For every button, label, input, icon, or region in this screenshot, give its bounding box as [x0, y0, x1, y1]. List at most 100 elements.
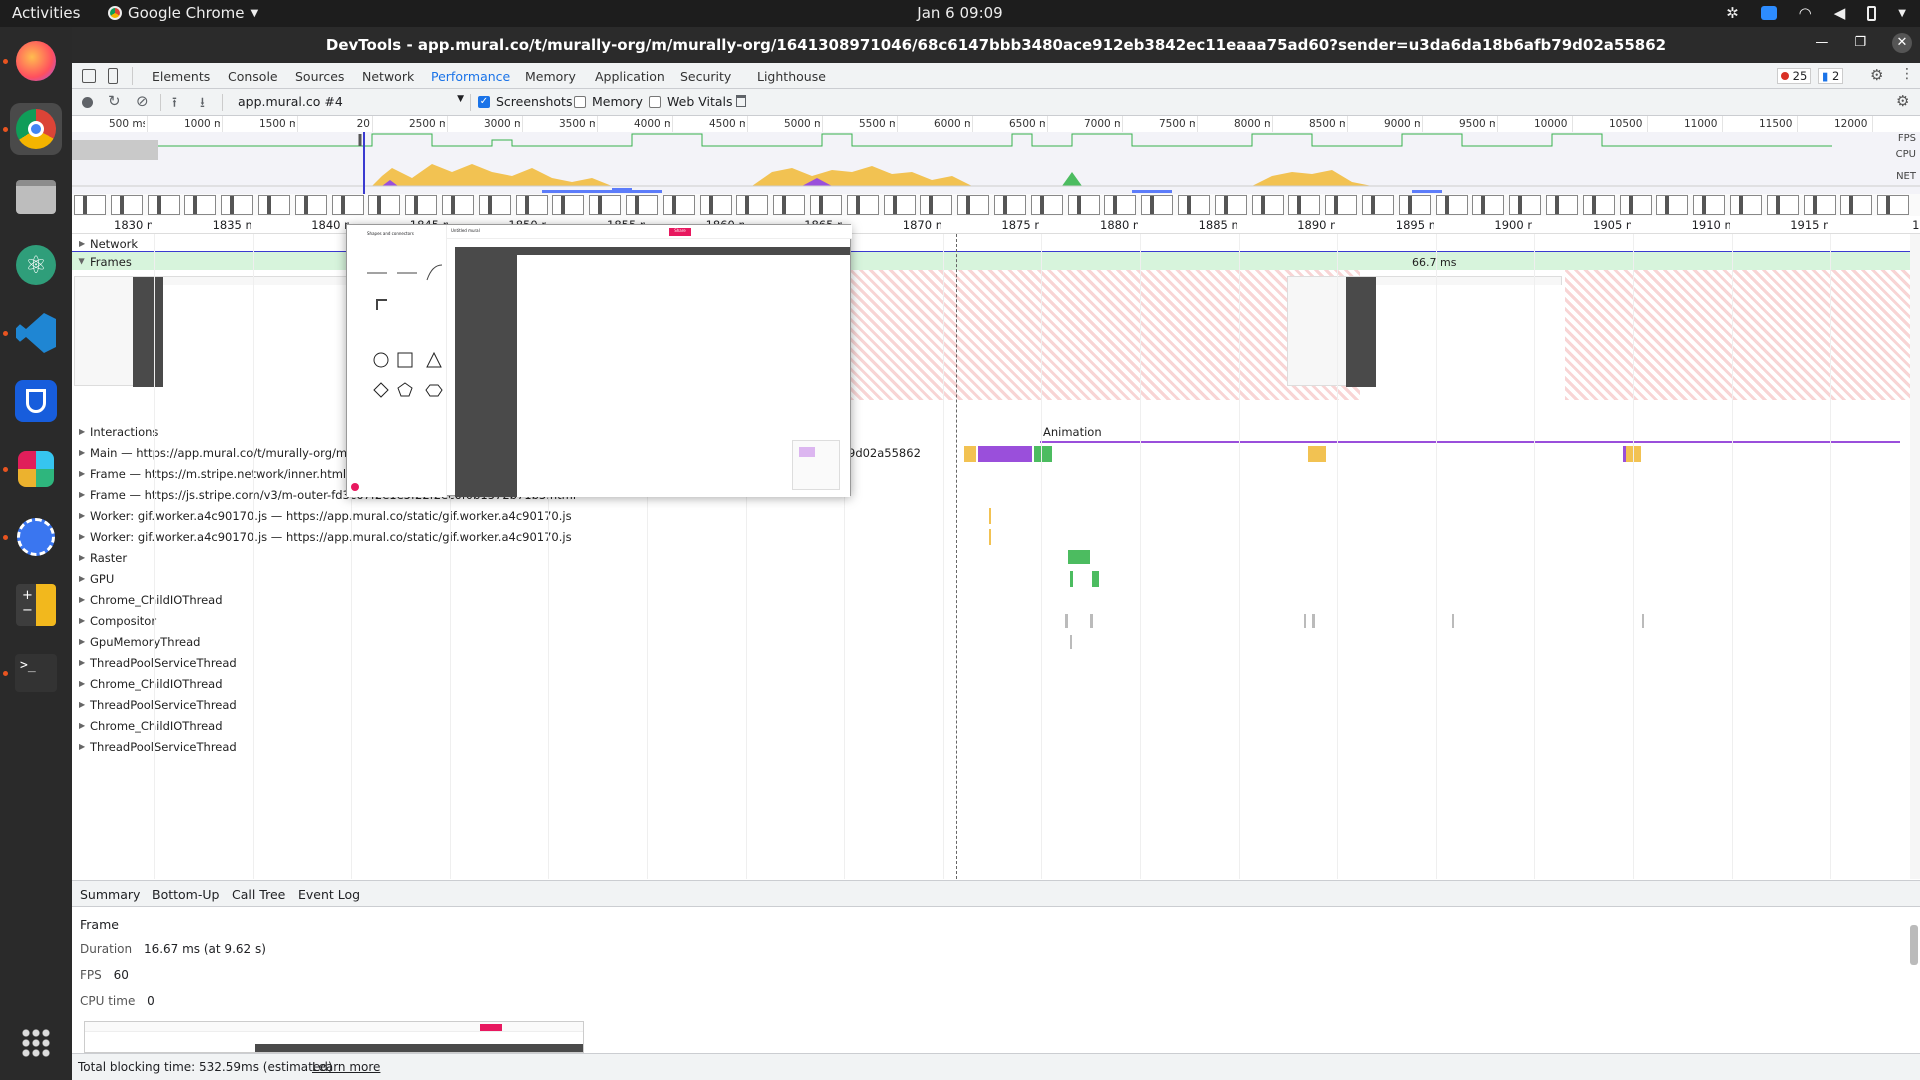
- flamechart-scrollbar[interactable]: [1910, 234, 1920, 879]
- track-gpu[interactable]: ▶ GPU: [72, 569, 1920, 590]
- clock[interactable]: Jan 6 09:09: [0, 4, 1920, 22]
- web-vitals-checkbox[interactable]: [649, 96, 661, 108]
- clear-icon[interactable]: ⊘: [136, 92, 149, 110]
- expand-arrow-icon[interactable]: ▶: [79, 448, 85, 457]
- expand-arrow-icon[interactable]: ▶: [79, 427, 85, 436]
- slack-icon[interactable]: [10, 443, 62, 495]
- device-toolbar-icon[interactable]: [108, 68, 118, 84]
- messages-badge[interactable]: ▮ 2: [1818, 68, 1844, 84]
- track-threadpool-3[interactable]: ▶ ThreadPoolServiceThread: [72, 737, 1920, 758]
- activities-button[interactable]: Activities: [12, 4, 80, 22]
- zoom-tray-icon[interactable]: [1760, 6, 1777, 20]
- expand-arrow-icon[interactable]: ▶: [79, 469, 85, 478]
- save-profile-icon[interactable]: ⭳: [200, 92, 205, 116]
- terminal-icon[interactable]: >_: [10, 647, 62, 699]
- slack-tray-icon[interactable]: ✲: [1726, 4, 1739, 22]
- show-apps-icon[interactable]: [10, 1017, 62, 1069]
- load-profile-icon[interactable]: ⭱: [172, 92, 177, 116]
- window-title-bar[interactable]: DevTools - app.mural.co/t/murally-org/m/…: [72, 27, 1920, 63]
- timeline-overview[interactable]: 500 ms 1000 ms 1500 ms 20 2500 ms 3000 ms 3500…: [72, 116, 1920, 216]
- screenshots-checkbox[interactable]: ✓: [478, 96, 490, 108]
- track-raster[interactable]: ▶ Raster: [72, 548, 1920, 569]
- expand-arrow-icon[interactable]: ▶: [79, 742, 85, 751]
- tab-call-tree[interactable]: Call Tree: [232, 887, 285, 902]
- overview-screenshot-thumb: [1766, 195, 1799, 215]
- expand-arrow-icon[interactable]: ▶: [79, 700, 85, 709]
- inspect-element-icon[interactable]: [82, 69, 96, 83]
- expand-arrow-icon[interactable]: ▶: [79, 595, 85, 604]
- wifi-icon[interactable]: ◠: [1799, 4, 1812, 22]
- minimize-icon[interactable]: —: [1815, 35, 1828, 53]
- capture-settings-gear-icon[interactable]: ⚙: [1896, 92, 1909, 110]
- popup-left-panel: Shapes and connectors: [347, 225, 447, 497]
- battery-icon[interactable]: [1867, 5, 1877, 21]
- more-options-icon[interactable]: ⋮: [1900, 66, 1914, 82]
- track-chrome-io-2[interactable]: ▶ Chrome_ChildIOThread: [72, 674, 1920, 695]
- tab-performance[interactable]: Performance: [431, 69, 511, 91]
- screenshots-label[interactable]: Screenshots: [496, 94, 572, 109]
- bitwarden-icon[interactable]: [10, 375, 62, 427]
- expand-arrow-icon[interactable]: ▶: [79, 721, 85, 730]
- tab-event-log[interactable]: Event Log: [298, 887, 360, 902]
- track-worker-1[interactable]: ▶ Worker: gif.worker.a4c90170.js — https:…: [72, 506, 1920, 527]
- expand-arrow-icon[interactable]: ▶: [79, 553, 85, 562]
- track-worker-2[interactable]: ▶ Worker: gif.worker.a4c90170.js — https:…: [72, 527, 1920, 548]
- atom-icon[interactable]: ⚛: [10, 239, 62, 291]
- ruler-tick-label: 1880 ms: [1100, 218, 1138, 232]
- tab-memory[interactable]: Memory: [525, 69, 576, 84]
- learn-more-link[interactable]: Learn more: [312, 1060, 380, 1074]
- overview-screenshot-thumb: [1435, 195, 1468, 215]
- expand-arrow-icon[interactable]: ▶: [79, 679, 85, 688]
- garbage-collect-icon[interactable]: [736, 95, 746, 107]
- expand-arrow-icon[interactable]: ▶: [79, 658, 85, 667]
- ruler-grid-line: [252, 234, 254, 879]
- collapse-arrow-icon[interactable]: ▶: [78, 258, 87, 264]
- tab-console[interactable]: Console: [228, 69, 278, 84]
- app-menu[interactable]: Google Chrome ▼: [108, 4, 258, 22]
- chrome-dock-icon[interactable]: [10, 103, 62, 155]
- tab-lighthouse[interactable]: Lighthouse: [757, 69, 826, 84]
- memory-checkbox[interactable]: [574, 96, 586, 108]
- errors-badge[interactable]: 25: [1777, 68, 1812, 84]
- tab-application[interactable]: Application: [595, 69, 665, 84]
- chevron-down-icon[interactable]: ▼: [1898, 8, 1906, 19]
- tab-security[interactable]: Security: [680, 69, 731, 84]
- settings-gear-icon[interactable]: ⚙: [1870, 66, 1883, 84]
- expand-arrow-icon[interactable]: ▶: [79, 574, 85, 583]
- firefox-icon[interactable]: [10, 35, 62, 87]
- reload-record-icon[interactable]: ↻: [108, 92, 121, 110]
- track-chrome-io-1[interactable]: ▶ Chrome_ChildIOThread: [72, 590, 1920, 611]
- tab-elements[interactable]: Elements: [152, 69, 210, 84]
- expand-arrow-icon[interactable]: ▶: [79, 490, 85, 499]
- time-cursor: [956, 234, 957, 879]
- overview-tick-label: 6000 ms: [934, 118, 970, 130]
- summary-scrollbar[interactable]: [1910, 925, 1918, 965]
- web-vitals-label[interactable]: Web Vitals: [667, 94, 733, 109]
- expand-arrow-icon[interactable]: ▶: [79, 511, 85, 520]
- track-compositor[interactable]: ▶ Compositor: [72, 611, 1920, 632]
- track-threadpool-1[interactable]: ▶ ThreadPoolServiceThread: [72, 653, 1920, 674]
- vscode-icon[interactable]: [10, 307, 62, 359]
- signal-icon[interactable]: [10, 511, 62, 563]
- memory-label[interactable]: Memory: [592, 94, 643, 109]
- system-tray[interactable]: ✲ ◠ ◀ ▼: [1726, 4, 1906, 22]
- tab-bottom-up[interactable]: Bottom-Up: [152, 887, 219, 902]
- track-chrome-io-3[interactable]: ▶ Chrome_ChildIOThread: [72, 716, 1920, 737]
- track-threadpool-2[interactable]: ▶ ThreadPoolServiceThread: [72, 695, 1920, 716]
- tab-network[interactable]: Network: [362, 69, 414, 84]
- restore-icon[interactable]: ❐: [1854, 35, 1866, 53]
- volume-icon[interactable]: ◀: [1834, 4, 1846, 22]
- record-icon[interactable]: [82, 97, 93, 108]
- profile-select[interactable]: app.mural.co #4 ▼: [238, 94, 464, 109]
- overview-screenshot-thumb: [1656, 195, 1689, 215]
- tab-sources[interactable]: Sources: [295, 69, 344, 84]
- tab-summary[interactable]: Summary: [80, 887, 141, 909]
- expand-arrow-icon[interactable]: ▶: [79, 637, 85, 646]
- expand-arrow-icon[interactable]: ▶: [79, 532, 85, 541]
- close-icon[interactable]: ✕: [1892, 33, 1912, 53]
- expand-arrow-icon[interactable]: ▶: [79, 616, 85, 625]
- expand-arrow-icon[interactable]: ▶: [79, 239, 85, 248]
- track-gpu-memory[interactable]: ▶ GpuMemoryThread: [72, 632, 1920, 653]
- calculator-icon[interactable]: + −: [10, 579, 62, 631]
- files-icon[interactable]: [10, 171, 62, 223]
